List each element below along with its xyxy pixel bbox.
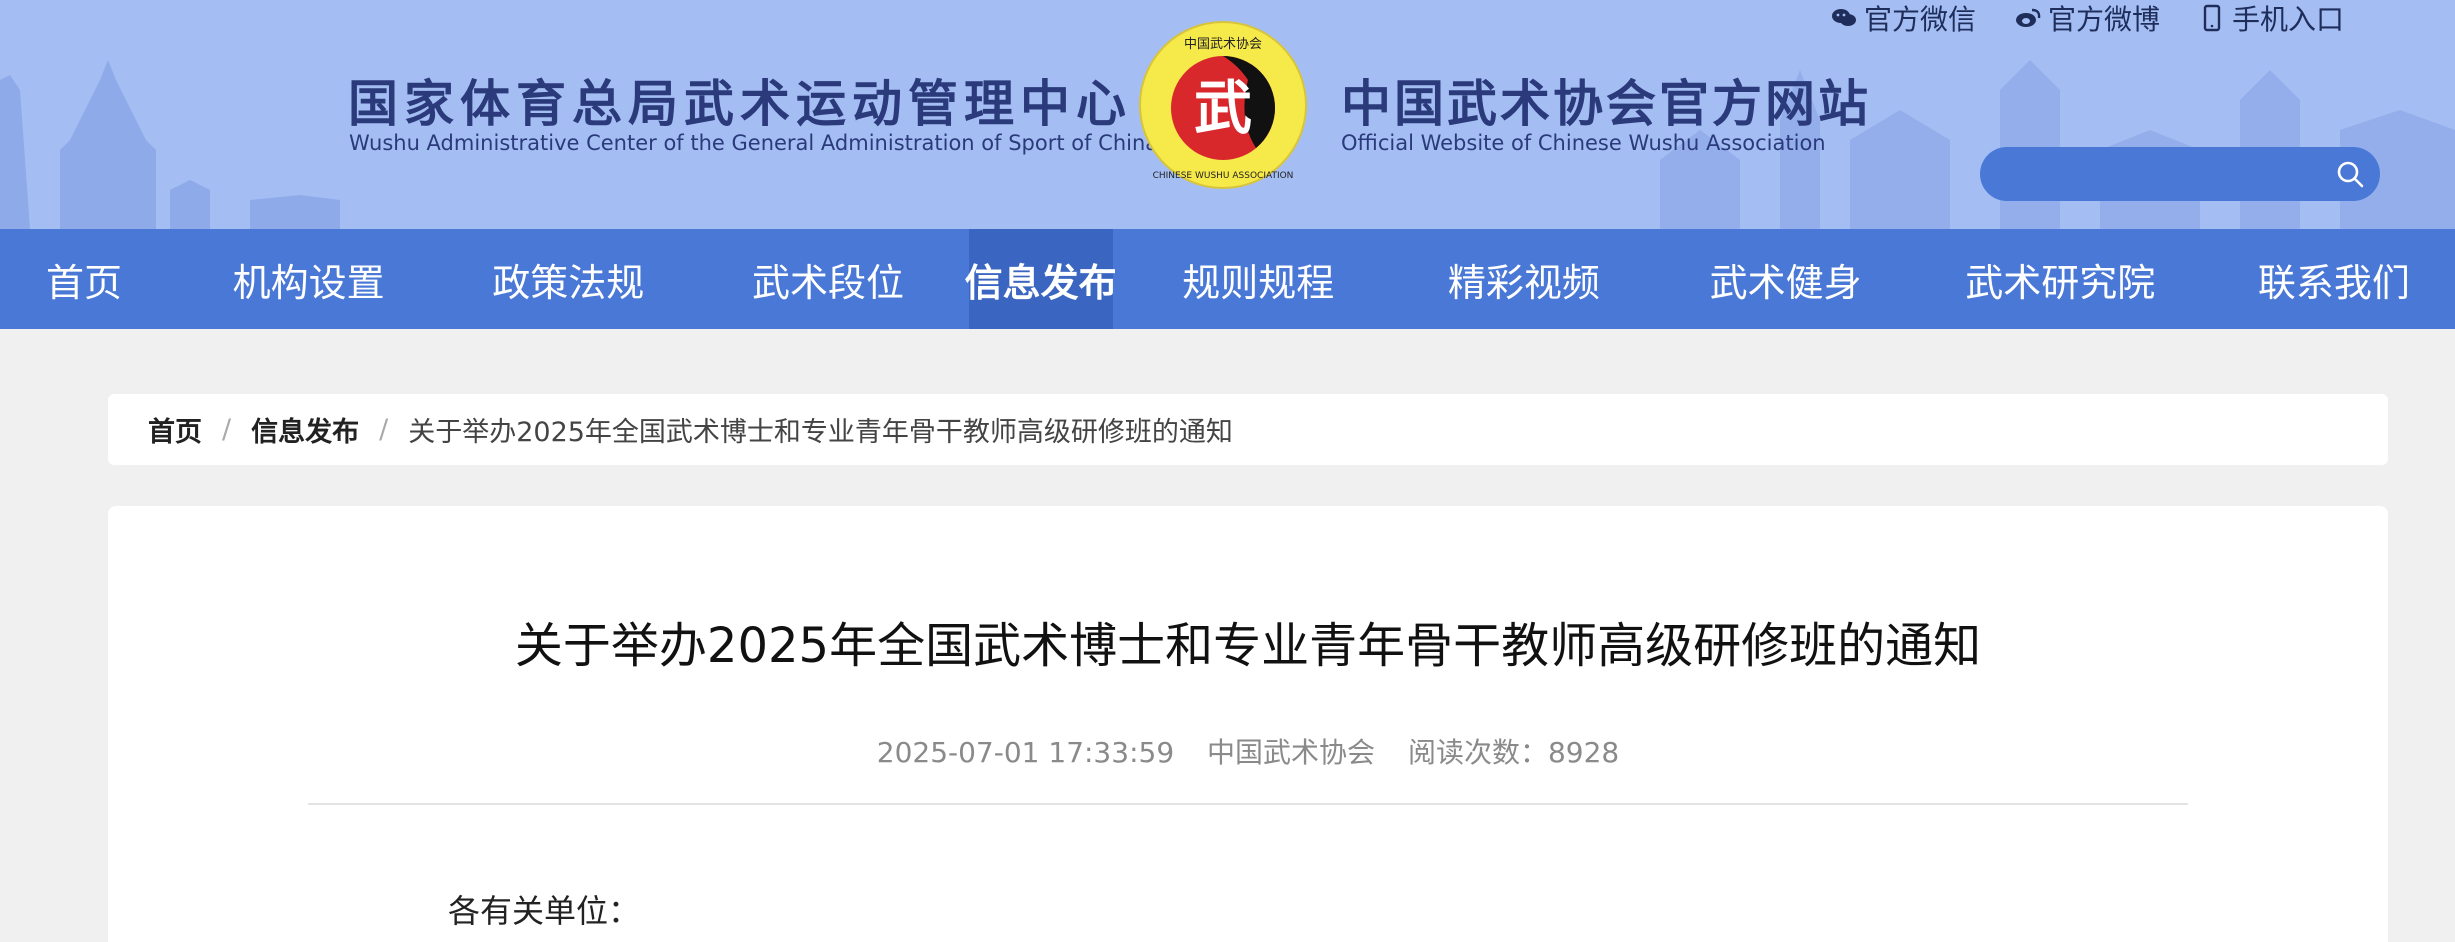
toplink-wechat-label: 官方微信 [1864, 3, 1977, 36]
nav-item-home[interactable]: 首页 [0, 229, 168, 329]
main-nav: 首页 机构设置 政策法规 武术段位 信息发布 规则规程 精彩视频 武术健身 武术… [0, 229, 2455, 329]
toplink-weibo[interactable]: 官方微博 [2014, 0, 2160, 38]
breadcrumb-separator: / [222, 414, 232, 445]
nav-item-organization[interactable]: 机构设置 [194, 229, 424, 329]
nav-item-duanwei[interactable]: 武术段位 [713, 229, 943, 329]
article-title: 关于举办2025年全国武术博士和专业青年骨干教师高级研修班的通知 [514, 618, 1982, 674]
toplink-mobile[interactable]: 手机入口 [2198, 0, 2344, 38]
breadcrumb: 首页 / 信息发布 / 关于举办2025年全国武术博士和专业青年骨干教师高级研修… [108, 394, 2388, 465]
nav-item-rules[interactable]: 规则规程 [1138, 229, 1378, 329]
site-title-cn: 中国武术协会官方网站 [1341, 75, 1871, 133]
article-salutation: 各有关单位： [448, 892, 641, 930]
nav-item-news[interactable]: 信息发布 [965, 229, 1117, 329]
nav-item-contact[interactable]: 联系我们 [2219, 229, 2449, 329]
org-title-cn: 国家体育总局武术运动管理中心 [348, 75, 1132, 133]
site-header: 国家体育总局武术运动管理中心 Wushu Administrative Cent… [0, 0, 2455, 229]
article-meta: 2025-07-01 17:33:59 中国武术协会 阅读次数：8928 [108, 731, 2388, 771]
logo-char: 武 [1194, 74, 1252, 142]
breadcrumb-current: 关于举办2025年全国武术博士和专业青年骨干教师高级研修班的通知 [408, 417, 1233, 448]
search-icon[interactable] [2334, 158, 2366, 190]
breadcrumb-section[interactable]: 信息发布 [251, 410, 359, 449]
logo-text-cn: 中国武术协会 [1184, 37, 1262, 52]
search-box [1980, 147, 2380, 201]
toplink-wechat[interactable]: 官方微信 [1830, 0, 1976, 38]
chinese-wushu-association-logo[interactable]: 武 中国武术协会 CHINESE WUSHU ASSOCIATION [1138, 20, 1308, 190]
nav-item-fitness[interactable]: 武术健身 [1670, 229, 1902, 329]
article-views: 阅读次数：8928 [1407, 736, 1620, 769]
nav-item-videos[interactable]: 精彩视频 [1404, 229, 1644, 329]
site-title-en: Official Website of Chinese Wushu Associ… [1341, 131, 1826, 155]
weibo-icon [2016, 8, 2041, 27]
org-title-en: Wushu Administrative Center of the Gener… [349, 131, 1159, 155]
divider [308, 803, 2188, 805]
toplink-mobile-label: 手机入口 [2232, 3, 2345, 36]
article-date: 2025-07-01 17:33:59 [876, 736, 1175, 769]
nav-item-policies[interactable]: 政策法规 [449, 229, 687, 329]
article-source: 中国武术协会 [1207, 736, 1376, 769]
logo-text-en: CHINESE WUSHU ASSOCIATION [1153, 171, 1294, 181]
wechat-icon [1832, 9, 1856, 26]
article-panel: 关于举办2025年全国武术博士和专业青年骨干教师高级研修班的通知 2025-07… [108, 506, 2388, 942]
mobile-icon [2203, 4, 2221, 32]
search-input[interactable] [2002, 155, 2312, 193]
top-links: 官方微信 官方微博 手机入口 [1830, 0, 2344, 36]
toplink-weibo-label: 官方微博 [2048, 3, 2161, 36]
breadcrumb-home[interactable]: 首页 [148, 410, 202, 449]
nav-item-institute[interactable]: 武术研究院 [1927, 229, 2193, 329]
breadcrumb-separator: / [379, 414, 389, 445]
